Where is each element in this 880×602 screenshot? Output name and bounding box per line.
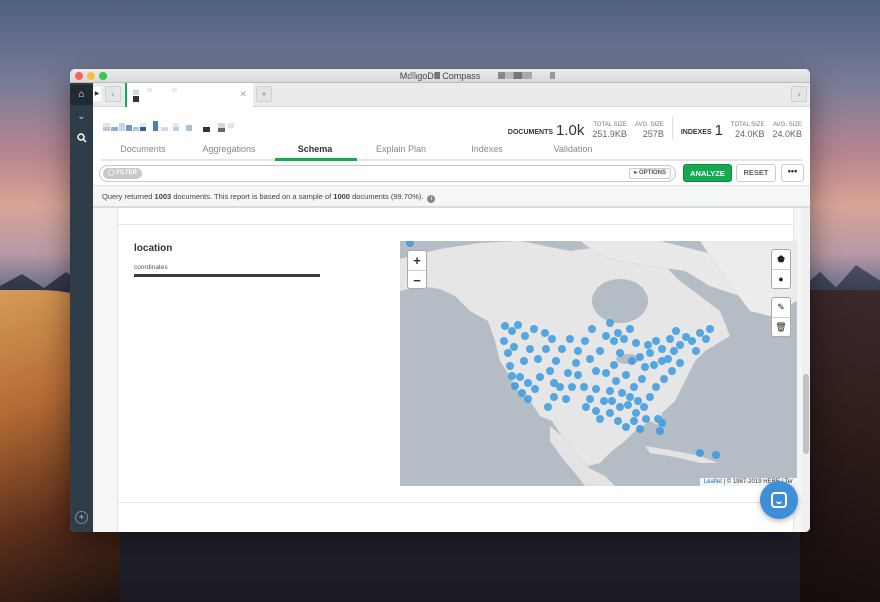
redacted-block — [172, 88, 177, 92]
divider — [118, 224, 793, 225]
documents-label: DOCUMENTS — [507, 129, 554, 136]
more-options-button[interactable]: ••• — [781, 164, 804, 182]
sidebar: ⌂ ⌄ + — [70, 83, 93, 532]
sample-count: 1000 — [333, 192, 350, 201]
chat-support-button[interactable] — [760, 481, 798, 519]
field-name: location — [134, 243, 173, 254]
returned-count: 1003 — [154, 192, 172, 201]
collection-tabs: Documents Aggregations Schema Explain Pl… — [101, 141, 802, 161]
active-tab-indicator — [275, 158, 357, 161]
main-panel: ▶ ‹ ✕ + › DOCUMENTS 1.0k TOTAL SIZE 251.… — [93, 83, 810, 532]
schema-field-card: location coordinates + − ⬟ ● ✎ 🗑 Leaflet… — [117, 208, 797, 532]
tab-prev-button[interactable]: ‹ — [105, 86, 121, 102]
draw-circle-icon[interactable]: ● — [772, 269, 790, 288]
redacted-block — [133, 96, 139, 102]
filter-input[interactable]: ◯ FILTER ▸ OPTIONS — [99, 165, 676, 182]
edit-toolbar: ✎ 🗑 — [771, 297, 791, 337]
documents-avg-size: AVG. SIZE 257B — [634, 122, 664, 139]
edit-icon[interactable]: ✎ — [772, 298, 790, 317]
tab-validation[interactable]: Validation — [531, 144, 615, 154]
query-bar: ◯ FILTER ▸ OPTIONS ANALYZE RESET ••• — [93, 163, 810, 185]
filter-label: ◯ FILTER — [103, 168, 142, 179]
zoom-control: + − — [407, 250, 427, 289]
tab-schema[interactable]: Schema — [273, 144, 357, 154]
chat-icon — [771, 492, 787, 508]
trash-icon[interactable]: 🗑 — [772, 317, 790, 336]
title-bar: MongoDB Compass — [70, 69, 810, 83]
schema-content: location coordinates + − ⬟ ● ✎ 🗑 Leaflet… — [93, 208, 810, 532]
app-window: MongoDB Compass ⌂ ⌄ + ▶ ‹ ✕ + › DOCUMENT… — [70, 69, 810, 532]
scroll-thumb[interactable] — [803, 374, 809, 454]
tab-explain-plan[interactable]: Explain Plan — [359, 144, 443, 154]
draw-polygon-icon[interactable]: ⬟ — [772, 250, 790, 269]
redacted-block — [133, 90, 139, 95]
analyze-button[interactable]: ANALYZE — [683, 164, 732, 182]
chevron-down-icon[interactable]: ⌄ — [70, 107, 93, 127]
home-icon[interactable]: ⌂ — [70, 85, 93, 105]
new-tab-button[interactable]: + — [256, 86, 272, 102]
info-icon[interactable]: i — [427, 195, 436, 203]
tab-documents[interactable]: Documents — [101, 144, 185, 154]
vertical-scrollbar[interactable] — [802, 208, 810, 532]
collection-stats: DOCUMENTS 1.0k TOTAL SIZE 251.9KB AVG. S… — [508, 117, 802, 139]
redacted-block — [498, 72, 532, 79]
tab-aggregations[interactable]: Aggregations — [187, 144, 271, 154]
tab-scroll-arrow[interactable]: ▶ — [93, 87, 101, 101]
documents-count: 1.0k — [556, 122, 585, 139]
collection-header: DOCUMENTS 1.0k TOTAL SIZE 251.9KB AVG. S… — [93, 107, 810, 185]
options-button[interactable]: ▸ OPTIONS — [629, 168, 671, 179]
redacted-block — [435, 72, 440, 79]
indexes-count: 1 — [714, 122, 723, 139]
window-title: MongoDB Compass — [399, 71, 481, 81]
zoom-in-button[interactable]: + — [408, 251, 426, 270]
draw-toolbar: ⬟ ● — [771, 249, 791, 289]
tab-next-button[interactable]: › — [791, 86, 807, 102]
workspace-tab-active[interactable]: ✕ — [125, 83, 253, 107]
documents-total-size: TOTAL SIZE 251.9KB — [592, 122, 627, 139]
divider — [118, 502, 793, 503]
field-type-bar[interactable] — [134, 274, 320, 277]
workspace-tab-bar: ▶ ‹ ✕ + › — [93, 83, 810, 107]
redacted-block — [147, 88, 152, 92]
zoom-out-button[interactable]: − — [408, 270, 426, 289]
leaflet-link[interactable]: Leaflet — [704, 479, 722, 485]
hudson-bay — [592, 279, 648, 323]
geo-map[interactable]: + − ⬟ ● ✎ 🗑 Leaflet | © 1987-2019 HERE |… — [400, 241, 797, 486]
search-icon[interactable] — [70, 130, 93, 150]
redacted-block — [550, 72, 555, 79]
indexes-avg-size: AVG. SIZE 24.0KB — [772, 122, 802, 139]
map-base-layer — [400, 241, 797, 486]
close-tab-icon[interactable]: ✕ — [239, 89, 247, 100]
indexes-label: INDEXES — [680, 129, 712, 136]
stats-divider — [671, 117, 673, 139]
add-connection-icon[interactable]: + — [75, 511, 88, 524]
indexes-total-size: TOTAL SIZE 24.0KB — [730, 122, 765, 139]
reset-button[interactable]: RESET — [736, 164, 776, 182]
redacted-block — [410, 72, 416, 79]
wallpaper-dune-right — [800, 290, 880, 602]
tab-indexes[interactable]: Indexes — [445, 144, 529, 154]
query-result-summary: Query returned 1003 documents. This repo… — [93, 185, 810, 208]
field-type-label: coordinates — [134, 264, 168, 271]
